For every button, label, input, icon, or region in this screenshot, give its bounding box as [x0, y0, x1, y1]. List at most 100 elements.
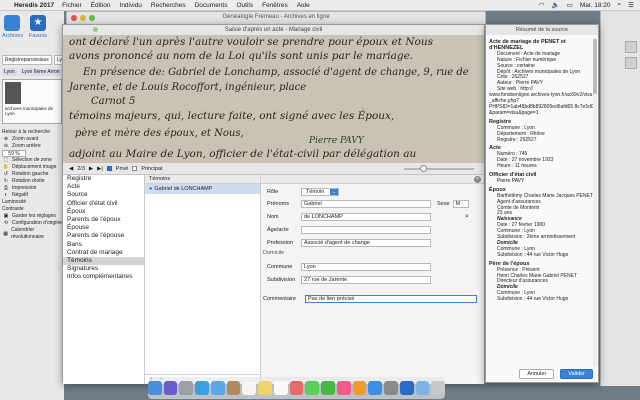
nav-infos[interactable]: Infos complémentaires — [63, 273, 144, 281]
negative-toggle[interactable]: ◐ Négatif — [2, 192, 62, 199]
principal-checkbox[interactable] — [132, 166, 138, 171]
validate-button[interactable]: Valider — [560, 369, 593, 379]
scrollbar-thumb[interactable] — [593, 39, 597, 94]
minimize-icon[interactable] — [80, 15, 86, 21]
music-icon[interactable] — [336, 381, 351, 395]
clock[interactable]: Mar. 18:20 — [580, 2, 611, 9]
menu-individu[interactable]: Individu — [120, 2, 142, 9]
slider-knob[interactable] — [420, 164, 427, 172]
retour-link[interactable]: Zoom avantRetour à la recherche — [2, 129, 62, 136]
safari-icon[interactable] — [195, 381, 209, 395]
zoom-in-button[interactable]: ⊕ Zoom avant — [2, 136, 62, 143]
menu-fichier[interactable]: Fichier — [62, 2, 82, 9]
facetime-icon[interactable] — [321, 381, 335, 395]
print-button[interactable]: ⎙ Impression — [2, 185, 62, 192]
zoom-window-icon[interactable] — [93, 27, 98, 32]
menu-outils[interactable]: Outils — [236, 2, 253, 9]
trash-icon[interactable] — [431, 381, 445, 395]
menu-aide[interactable]: Aide — [297, 2, 310, 9]
contacts-icon[interactable] — [226, 381, 241, 395]
nav-parents-epoux[interactable]: Parents de l'époux — [63, 216, 144, 224]
search-icon[interactable]: ⌕ — [618, 1, 622, 9]
location-district[interactable]: Lyon 6ème Arron — [19, 68, 62, 76]
nav-signatures[interactable]: Signatures — [63, 265, 144, 273]
next-page-icon[interactable]: ▶ — [89, 166, 93, 172]
nav-contrat[interactable]: Contrat de mariage — [63, 249, 144, 257]
menu-documents[interactable]: Documents — [195, 2, 228, 9]
save-settings-button[interactable]: ▣ Garder les réglages — [2, 213, 62, 220]
photos-icon[interactable] — [289, 381, 304, 395]
siri-icon[interactable] — [163, 381, 178, 395]
nav-epoux[interactable]: Époux — [63, 208, 144, 216]
folder-icon[interactable] — [415, 381, 430, 395]
last-page-icon[interactable]: ▶| — [97, 166, 103, 172]
commentaire-field[interactable]: Pas de lien précisé — [305, 295, 477, 303]
archives-button[interactable]: Archives — [2, 15, 23, 39]
window-button-icon[interactable] — [625, 57, 637, 69]
nav-parents-epouse[interactable]: Parents de l'épouse — [63, 232, 144, 240]
prive-checkbox[interactable] — [106, 166, 112, 171]
commune-field[interactable]: Lyon — [301, 263, 431, 271]
nav-registre[interactable]: Registre — [63, 175, 144, 183]
menu-edition[interactable]: Édition — [91, 2, 111, 9]
witness-row[interactable]: ● Gabriel de LONCHAMP — [145, 184, 260, 194]
settings-icon[interactable] — [384, 381, 398, 395]
archive-thumbnail[interactable]: archives municipales de Lyon — [2, 79, 62, 124]
location-city[interactable]: Lyon — [2, 68, 17, 76]
tab-registre[interactable]: Registreparoissiaux — [2, 55, 52, 65]
role-select[interactable]: Témoin ⌄ — [301, 188, 339, 196]
source-scrollbar[interactable] — [593, 37, 597, 367]
nav-bans[interactable]: Bans — [63, 241, 144, 249]
luminosity-slider[interactable]: Luminosité — [2, 199, 62, 206]
contrast-slider[interactable]: Contraste — [2, 206, 62, 213]
menu-app-name[interactable]: Heredis 2017 — [14, 2, 54, 9]
nav-temoins[interactable]: Témoins — [63, 257, 144, 266]
source-url[interactable]: PHPSID=1ab48bd8b892805ed6afd65 8c7e5d0&p… — [489, 104, 595, 117]
reminders-icon[interactable] — [273, 381, 288, 395]
close-icon[interactable] — [71, 15, 77, 21]
rotate-left-button[interactable]: ↺ Rotation gauche — [2, 171, 62, 178]
calendar-button[interactable]: ▦ Calendrier révolutionnaire — [2, 227, 62, 241]
selection-tool[interactable]: ⬚ Sélection de zone — [2, 157, 62, 164]
menu-recherches[interactable]: Recherches — [151, 2, 186, 9]
sexe-field[interactable]: M — [452, 200, 469, 208]
appstore-icon[interactable] — [368, 381, 383, 395]
favoris-button[interactable]: ★ Favoris — [28, 15, 48, 39]
maximize-icon[interactable] — [89, 15, 95, 21]
zoom-percent-field[interactable]: 59 % — [2, 150, 26, 157]
age-field[interactable] — [301, 226, 431, 234]
zoom-in-icon: ⊕ — [3, 136, 9, 142]
prenoms-field[interactable]: Gabriel — [301, 200, 431, 208]
window-button-icon[interactable] — [625, 41, 637, 53]
nav-epouse[interactable]: Épouse — [63, 224, 144, 232]
nom-field[interactable]: de LONCHAMP — [301, 213, 431, 221]
heredis-icon[interactable] — [399, 381, 414, 395]
nav-source[interactable]: Source — [63, 191, 144, 199]
close-icon[interactable]: × — [474, 176, 481, 183]
document-image[interactable]: ont déclaré l'un après l'autre vouloir s… — [63, 35, 484, 163]
launchpad-icon[interactable] — [179, 381, 194, 395]
nav-officier[interactable]: Officier d'état civil — [63, 200, 144, 208]
reset-config-button[interactable]: ⟲ Configuration d'origine — [2, 220, 62, 227]
finder-icon[interactable] — [148, 381, 162, 395]
nav-acte[interactable]: Acte — [63, 183, 144, 191]
menu-fenetres[interactable]: Fenêtres — [262, 2, 288, 9]
list-icon[interactable]: ☰ — [628, 1, 634, 9]
move-tool[interactable]: ✋ Déplacement image — [2, 164, 62, 171]
calendar-app-icon[interactable] — [242, 381, 257, 395]
first-page-icon[interactable]: ◀ — [69, 166, 73, 172]
search-icon[interactable]: ⌕ — [465, 213, 469, 221]
cancel-button[interactable]: Annuler — [519, 369, 555, 379]
profession-field[interactable]: Associé d'agent de change — [301, 239, 431, 247]
books-icon[interactable] — [352, 381, 367, 395]
subdivision-field[interactable]: 27 rue de Jarente — [301, 276, 431, 284]
notes-icon[interactable] — [258, 381, 272, 395]
zoom-out-button[interactable]: ⊖ Zoom arrière — [2, 143, 62, 150]
image-zoom-slider[interactable] — [404, 164, 474, 172]
messages-icon[interactable] — [305, 381, 320, 395]
rotate-right-button[interactable]: ↻ Rotation droite — [2, 178, 62, 185]
battery-icon[interactable]: ▭ — [567, 1, 573, 9]
volume-icon[interactable]: 🔈 — [552, 1, 560, 9]
wifi-icon[interactable]: ◠ — [539, 1, 545, 9]
mail-icon[interactable] — [210, 381, 225, 395]
